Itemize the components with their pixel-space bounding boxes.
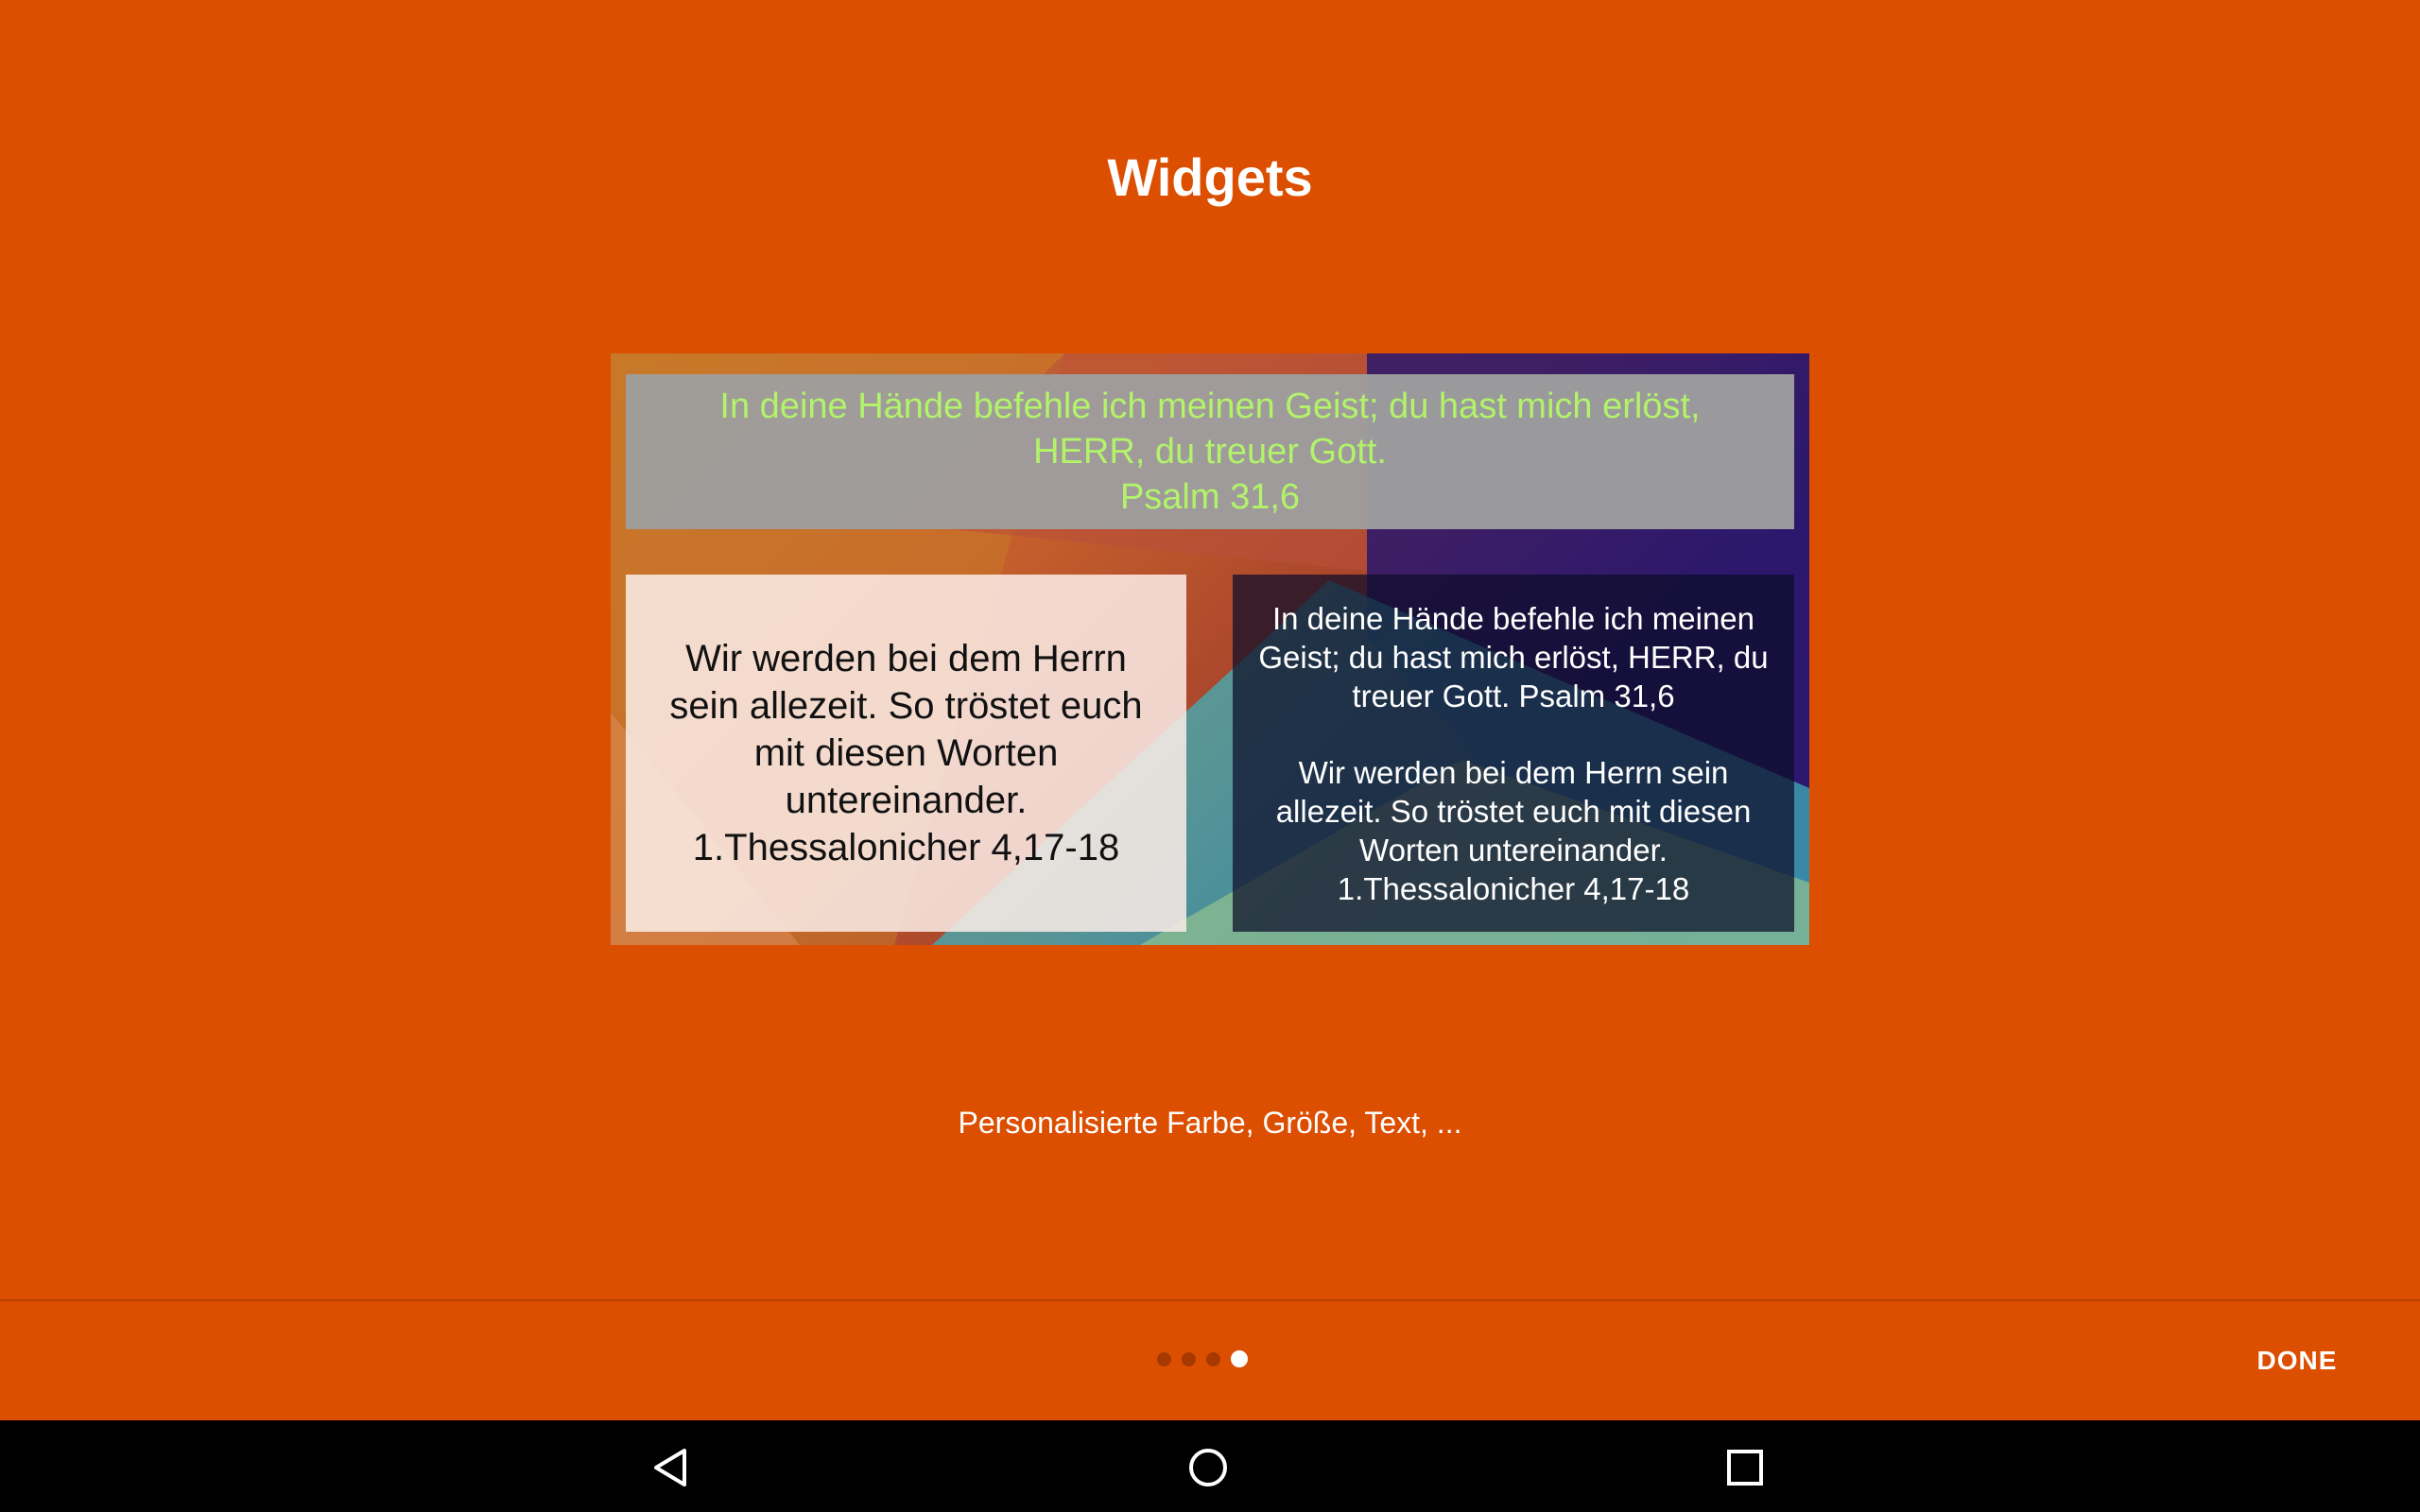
page-dot[interactable] [1182,1351,1196,1366]
widget-preview-image: In deine Hände befehle ich meinen Geist;… [611,353,1809,945]
top-verse-line: HERR, du treuer Gott. [1033,432,1387,472]
top-verse-line: In deine Hände befehle ich meinen Geist;… [719,387,1701,426]
back-icon[interactable] [643,1439,700,1496]
right-verse-2: Wir werden bei dem Herrn sein allezeit. … [1275,754,1752,906]
right-verse-widget: In deine Hände befehle ich meinen Geist;… [1233,575,1794,932]
bottom-bar-divider [0,1299,2420,1301]
page-indicator [1157,1349,1258,1368]
page-title: Widgets [1107,147,1313,207]
recents-icon[interactable] [1717,1439,1773,1496]
done-button[interactable]: DONE [2231,1342,2363,1380]
left-verse-text: Wir werden bei dem Herrn sein allezeit. … [669,638,1143,868]
page-dot[interactable] [1157,1351,1171,1366]
intro-screen: Widgets In deine Hände befehle ich meine… [0,0,2420,1512]
top-verse-reference: Psalm 31,6 [1119,477,1301,517]
right-verse-1: In deine Hände befehle ich meinen Geist;… [1258,600,1769,713]
feature-description: Personalisierte Farbe, Größe, Text, ... [958,1106,1462,1140]
system-navigation-bar [0,1420,2420,1512]
home-icon[interactable] [1180,1439,1236,1496]
top-verse-widget: In deine Hände befehle ich meinen Geist;… [626,374,1794,529]
page-dot[interactable] [1206,1351,1220,1366]
page-dot-active[interactable] [1231,1350,1248,1367]
left-verse-widget: Wir werden bei dem Herrn sein allezeit. … [626,575,1186,932]
